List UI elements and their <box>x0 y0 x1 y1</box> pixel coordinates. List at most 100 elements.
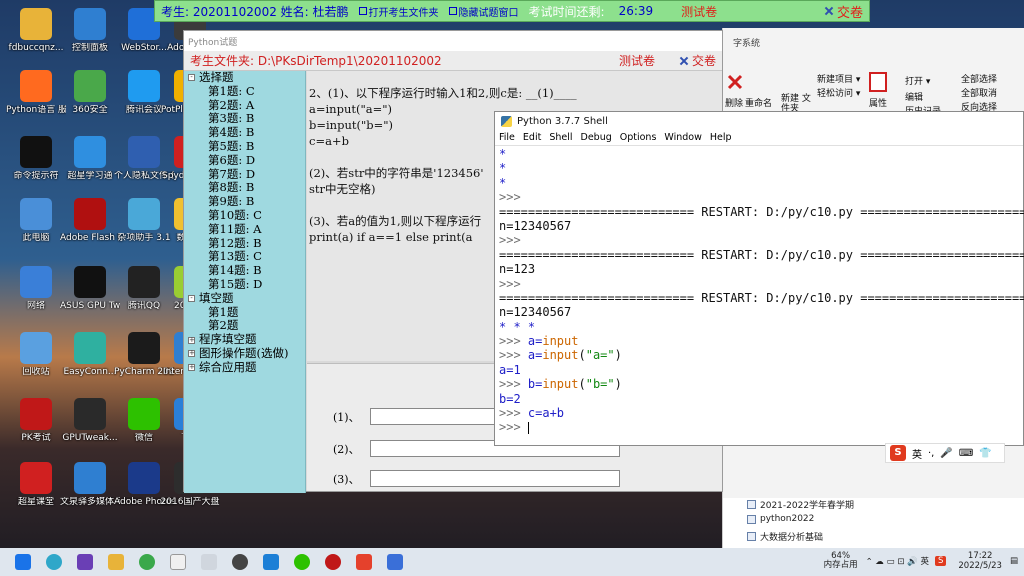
desktop-icon[interactable]: ASUS GPU Tweak <box>60 266 120 312</box>
tree-item-question[interactable]: 第14题: B <box>184 263 305 278</box>
tree-item-category[interactable]: + 程序填空题 <box>184 332 305 347</box>
expand-icon[interactable]: + <box>188 364 195 372</box>
windows-start-icon[interactable] <box>15 554 31 570</box>
microphone-icon[interactable]: 🎤 <box>940 448 952 459</box>
ribbon-open[interactable]: 打开 ▾ <box>905 74 930 87</box>
python-idle-icon[interactable] <box>387 554 403 570</box>
list-item[interactable]: python2022 <box>747 514 814 524</box>
list-item[interactable]: 2021-2022学年春学期 <box>747 498 854 511</box>
menu-item-file[interactable]: File <box>499 132 515 143</box>
ribbon-new-item[interactable]: 新建项目 ▾ <box>817 72 860 85</box>
menu-item-window[interactable]: Window <box>664 132 701 143</box>
file-explorer-icon[interactable] <box>108 554 124 570</box>
ribbon-select-all[interactable]: 全部选择 <box>961 72 997 85</box>
app-icon[interactable] <box>356 554 372 570</box>
desktop-icon[interactable]: 回收站 <box>8 332 64 378</box>
app-icon <box>128 398 160 430</box>
skin-icon[interactable]: 👕 <box>979 448 991 459</box>
menu-item-help[interactable]: Help <box>710 132 732 143</box>
expand-icon[interactable]: + <box>188 350 195 358</box>
tree-item-question[interactable]: 第5题: B <box>184 139 305 154</box>
document-icon[interactable] <box>170 554 186 570</box>
open-folder-button[interactable]: 打开考生文件夹 <box>358 4 439 19</box>
app-icon[interactable] <box>232 554 248 570</box>
hide-window-button[interactable]: 隐藏试题窗口 <box>448 4 519 19</box>
ribbon-rename[interactable]: 重命名 <box>745 96 772 109</box>
tray-icons[interactable]: ⌃ ☁ ▭ ⊡ 🔊 英 <box>866 555 929 567</box>
tree-item-question[interactable]: 第7题: D <box>184 167 305 182</box>
vscode-icon[interactable] <box>77 554 93 570</box>
app-icon <box>20 198 52 230</box>
menu-item-debug[interactable]: Debug <box>581 132 612 143</box>
submit-button[interactable]: 交卷 <box>824 2 863 21</box>
browser-icon[interactable] <box>139 554 155 570</box>
tree-item-question[interactable]: 第10题: C <box>184 208 305 223</box>
desktop-icon[interactable]: PK考试 <box>8 398 64 444</box>
desktop-icon[interactable]: Python语言 服务器 <box>6 70 66 116</box>
tree-item-category[interactable]: - 填空题 <box>184 291 305 306</box>
app-icon <box>20 462 52 494</box>
tree-item-question[interactable]: 第1题 <box>184 305 305 320</box>
tree-item-category[interactable]: - 选择题 <box>184 70 305 85</box>
candidate-info: 考生: 20201102002 姓名: 杜若鹏 <box>161 4 349 19</box>
tree-item-question[interactable]: 第1题: C <box>184 84 305 99</box>
desktop-icon[interactable]: 此电脑 <box>8 198 64 244</box>
desktop-icon[interactable]: 命令提示符 <box>8 136 64 182</box>
tree-item-question[interactable]: 第15题: D <box>184 277 305 292</box>
desktop-icon[interactable]: EasyConn... <box>62 332 118 378</box>
tree-item-category[interactable]: + 综合应用题 <box>184 360 305 375</box>
ribbon-easy-access[interactable]: 轻松访问 ▾ <box>817 86 860 99</box>
desktop-icon[interactable]: Adobe Flash Professio... <box>60 198 120 244</box>
shell-line: >>> <box>499 420 1024 434</box>
tree-item-question[interactable]: 第3题: B <box>184 112 305 126</box>
desktop-icon[interactable]: 网络 <box>8 266 64 312</box>
tree-item-question[interactable]: 第8题: B <box>184 181 305 195</box>
desktop-icon-label: Python语言 服务器 <box>6 105 66 115</box>
tree-item-category[interactable]: + 图形操作题(选做) <box>184 346 305 361</box>
desktop-icon[interactable]: 控制面板 <box>62 8 118 54</box>
ribbon-delete[interactable]: 删除 <box>725 96 743 109</box>
ribbon-select-none[interactable]: 全部取消 <box>961 86 997 99</box>
tree-item-label: 第13题: C <box>208 249 262 264</box>
submit-button[interactable]: 交卷 <box>679 52 716 69</box>
keyboard-icon[interactable]: ⌨ <box>959 448 973 459</box>
tree-item-question[interactable]: 第2题 <box>184 319 305 333</box>
tree-item-question[interactable]: 第9题: B <box>184 194 305 209</box>
desktop-icon[interactable]: 超星学习通 <box>62 136 118 182</box>
sogou-tray-icon[interactable]: S <box>934 556 947 566</box>
collapse-icon[interactable]: - <box>188 74 195 82</box>
tree-item-question[interactable]: 第11题: A <box>184 222 305 237</box>
tree-item-question[interactable]: 第13题: C <box>184 250 305 264</box>
ribbon-properties[interactable]: 属性 <box>869 96 887 109</box>
app-icon[interactable] <box>325 554 341 570</box>
expand-icon[interactable]: + <box>188 336 195 344</box>
shell-output[interactable]: * * * >>> =========================== RESTAR… <box>499 147 1024 434</box>
taskbar: 64% 内存占用 ⌃ ☁ ▭ ⊡ 🔊 英 S 17:22 2022/5/23 ▤ <box>0 548 1024 576</box>
desktop-icon[interactable]: fdbuccqnz... <box>8 8 64 54</box>
menu-item-edit[interactable]: Edit <box>523 132 541 143</box>
menu-item-options[interactable]: Options <box>620 132 657 143</box>
tree-item-question[interactable]: 第6题: D <box>184 153 305 168</box>
collapse-icon[interactable]: - <box>188 295 195 303</box>
tree-item-question[interactable]: 第2题: A <box>184 98 305 113</box>
sogou-ime-icon[interactable]: S <box>890 445 906 461</box>
notification-icon[interactable]: ▤ <box>1010 556 1018 566</box>
explorer-window-icon[interactable] <box>201 554 217 570</box>
app-icon[interactable] <box>263 554 279 570</box>
punctuation-icon[interactable]: ·, <box>928 448 934 459</box>
exam-path-bar: 考生文件夹: D:\PKsDirTemp1\20201102002 测试卷 交卷 <box>184 51 722 71</box>
ime-language-toggle[interactable]: 英 <box>912 446 922 461</box>
tree-item-question[interactable]: 第12题: B <box>184 236 305 251</box>
desktop-icon[interactable]: GPUTweak... <box>62 398 118 444</box>
wechat-icon[interactable] <box>294 554 310 570</box>
list-item[interactable]: 大数据分析基础 <box>747 530 823 543</box>
desktop-icon[interactable]: 360安全 <box>62 70 118 116</box>
clock[interactable]: 17:22 2022/5/23 <box>958 551 1002 571</box>
ribbon-edit[interactable]: 编辑 <box>905 90 923 103</box>
edge-icon[interactable] <box>46 554 62 570</box>
desktop-icon[interactable]: 文泉驿多媒体 考试系统... <box>60 462 120 508</box>
desktop-icon[interactable]: 超星课堂 <box>8 462 64 508</box>
answer-input-3[interactable] <box>369 470 620 487</box>
tree-item-question[interactable]: 第4题: B <box>184 125 305 140</box>
menu-item-shell[interactable]: Shell <box>549 132 572 143</box>
